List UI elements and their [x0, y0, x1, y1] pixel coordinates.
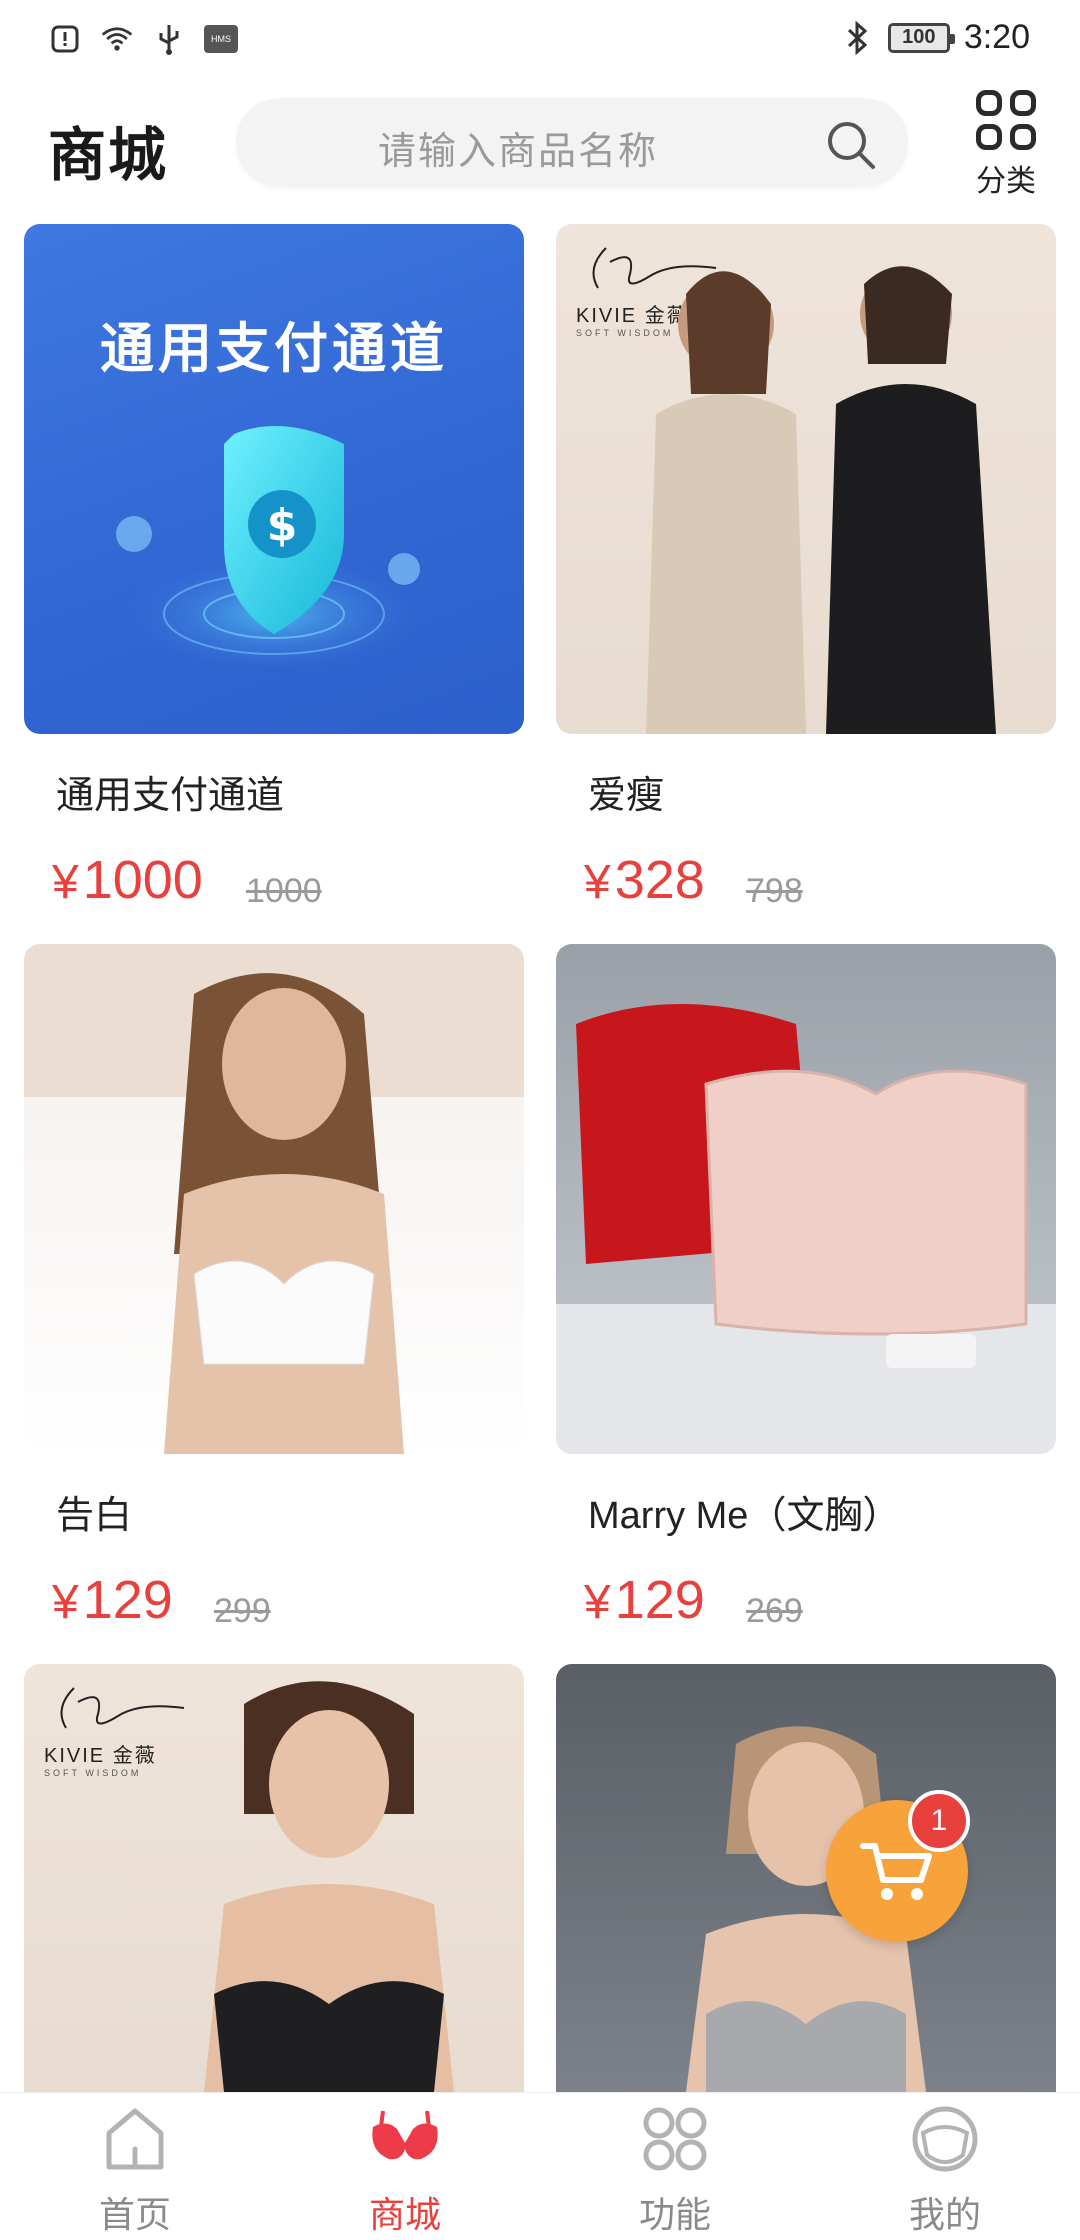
product-card[interactable] [556, 1664, 1056, 2092]
product-card[interactable]: Marry Me（文胸） ¥129 269 [556, 944, 1056, 1634]
product-card[interactable]: KIVIE 金薇 SOFT WISDOM [24, 1664, 524, 2092]
search-icon[interactable] [824, 118, 878, 172]
product-name: 爱瘦 [588, 775, 665, 817]
product-card[interactable]: 告白 ¥129 299 [24, 944, 524, 1634]
product-photo [164, 973, 404, 1454]
nav-item-me[interactable]: 我的 [865, 2103, 1025, 2238]
bluetooth-icon [840, 20, 874, 55]
product-image-text: 通用支付通道 [100, 319, 448, 379]
product-price: ¥129 [584, 1570, 705, 1630]
alert-icon [48, 22, 82, 56]
product-original-price: 798 [746, 872, 803, 910]
status-time: 3:20 [963, 18, 1030, 56]
category-button[interactable]: 分类 [964, 90, 1048, 198]
product-price: ¥328 [584, 850, 705, 910]
product-original-price: 269 [746, 1592, 803, 1630]
nav-item-mall[interactable]: 商城 [325, 2103, 485, 2238]
nav-label: 功能 [638, 2194, 711, 2235]
battery-icon: 100 [887, 22, 955, 53]
status-bar: HMS 100 3:20 [0, 0, 1080, 80]
page-title: 商城 [48, 123, 169, 188]
product-image[interactable] [24, 944, 524, 1454]
cart-count-badge: 1 [908, 1790, 970, 1852]
nav-label: 首页 [98, 2194, 171, 2235]
shield-dollar-icon: $ [116, 426, 424, 674]
hms-icon: HMS [204, 25, 238, 53]
product-price: ¥1000 [52, 850, 203, 910]
usb-icon [152, 22, 186, 56]
svg-text:$: $ [267, 500, 298, 551]
profile-icon [912, 2106, 978, 2172]
product-photo [646, 266, 996, 734]
product-image-payment[interactable]: 通用支付通道 $ [24, 224, 524, 734]
search-bar[interactable]: 请输入商品名称 [236, 98, 908, 186]
product-card[interactable]: KIVIE 金薇 SOFT WISDOM 爱瘦 ¥328 798 [556, 224, 1056, 914]
category-label: 分类 [976, 165, 1036, 198]
product-name: 通用支付通道 [56, 775, 285, 817]
product-image[interactable] [556, 1664, 1056, 2092]
nav-item-home[interactable]: 首页 [55, 2103, 215, 2238]
product-photo [204, 1681, 454, 2092]
product-original-price: 1000 [246, 872, 322, 910]
home-icon [106, 2108, 164, 2170]
nav-label: 我的 [908, 2194, 981, 2235]
wifi-icon [100, 22, 134, 56]
nav-item-functions[interactable]: 功能 [595, 2103, 755, 2238]
product-image[interactable]: KIVIE 金薇 SOFT WISDOM [556, 224, 1056, 734]
bra-icon [372, 2110, 438, 2160]
header: 商城 请输入商品名称 分类 [0, 88, 1080, 198]
product-name: Marry Me（文胸） [588, 1495, 901, 1537]
nav-label: 商城 [368, 2194, 441, 2235]
bottom-nav: 首页 商城 功能 我的 [0, 2092, 1080, 2240]
product-card[interactable]: 通用支付通道 $ 通用支付通道 ¥1000 1000 [24, 224, 524, 914]
product-photo [556, 1004, 1056, 1454]
product-original-price: 299 [214, 1592, 271, 1630]
search-input[interactable]: 请输入商品名称 [378, 120, 658, 175]
product-image[interactable]: KIVIE 金薇 SOFT WISDOM [24, 1664, 524, 2092]
product-name: 告白 [56, 1495, 133, 1537]
functions-icon [643, 2107, 707, 2171]
grid-icon [976, 90, 1036, 150]
product-price: ¥129 [52, 1570, 173, 1630]
product-image[interactable] [556, 944, 1056, 1454]
